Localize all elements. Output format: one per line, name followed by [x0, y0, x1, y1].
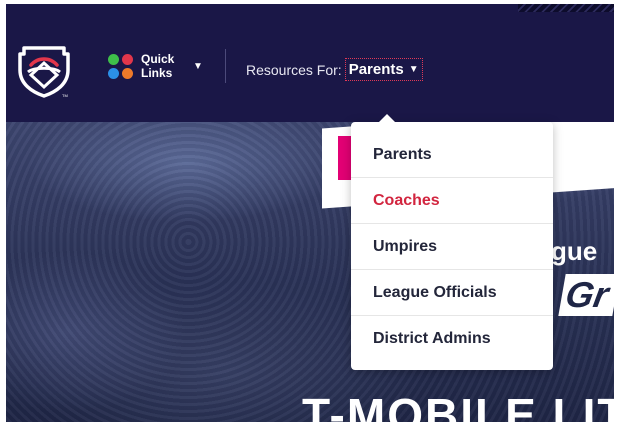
dropdown-item-coaches[interactable]: Coaches	[351, 178, 553, 224]
green-dot	[108, 53, 119, 65]
caret-down-icon: ▼	[408, 64, 419, 75]
quick-links-dots-icon	[108, 53, 133, 79]
little-league-logo[interactable]: TM	[16, 42, 72, 98]
chevron-down-icon: ▼	[193, 60, 203, 72]
red-dot	[122, 53, 133, 65]
resources-label: Resources For:	[246, 61, 342, 78]
dropdown-item-umpires[interactable]: Umpires	[351, 224, 553, 270]
dropdown-list: Parents Coaches Umpires League Officials…	[351, 122, 553, 362]
hero-headline: T-MOBILE LIT	[302, 389, 614, 422]
hero-script-text: Gr	[558, 274, 614, 316]
site-header: TM Quick Links ▼ Resources For: Parents …	[6, 4, 614, 122]
resources-audience-select[interactable]: Parents ▼	[344, 58, 423, 81]
header-divider	[225, 49, 226, 83]
orange-dot	[122, 67, 133, 79]
quick-links-label: Quick Links	[141, 52, 175, 80]
dropdown-item-parents[interactable]: Parents	[351, 132, 553, 178]
page-frame: gue Gr T-MOBILE LIT TM Quick Links ▼ Res…	[6, 4, 614, 422]
dropdown-item-district-admins[interactable]: District Admins	[351, 316, 553, 362]
dropdown-item-league-officials[interactable]: League Officials	[351, 270, 553, 316]
svg-text:TM: TM	[62, 93, 68, 98]
resources-for: Resources For: Parents ▼	[246, 58, 423, 81]
dropdown-pointer	[378, 114, 396, 123]
hero-wordmark-text: gue	[551, 236, 598, 266]
resources-selected-value: Parents	[348, 61, 404, 78]
blue-dot	[108, 67, 119, 79]
resources-dropdown-menu: Parents Coaches Umpires League Officials…	[351, 114, 553, 370]
header-stripe	[518, 4, 614, 12]
quick-links-button[interactable]: Quick Links ▼	[108, 51, 203, 81]
